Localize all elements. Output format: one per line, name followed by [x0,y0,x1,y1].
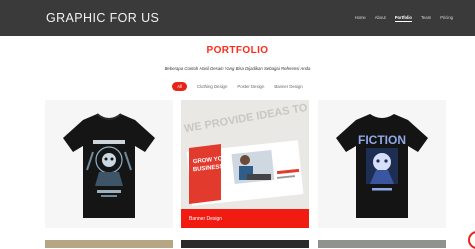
filter-banner-design[interactable]: Banner Design [274,84,302,89]
portfolio-card-row2-2[interactable] [181,240,309,248]
brand-logo[interactable]: GRAPHIC FOR US [46,11,159,25]
portfolio-card-row2-1[interactable] [45,240,173,248]
nav-home[interactable]: Home [355,15,366,22]
portfolio-card-tshirt-fiction[interactable]: FICTION [318,100,446,228]
fiction-tshirt-image: FICTION [336,114,428,218]
floating-chat-button[interactable] [468,231,475,249]
banner-design-caption: Banner Design [181,209,309,228]
filter-all[interactable]: All [172,82,187,91]
nav-pricing[interactable]: Pricing [440,15,453,22]
nav-portfolio[interactable]: Portfolio [394,15,412,22]
tshirt-graphic-image [63,113,155,218]
nav-team[interactable]: Team [421,15,431,22]
portfolio-filters: All Clothing Design Poster Design Banner… [0,82,475,91]
fiction-shirt-text: FICTION [358,133,406,147]
top-navbar: GRAPHIC FOR US Home About Portfolio Team… [0,0,475,36]
portfolio-card-row2-3[interactable] [318,240,446,248]
portfolio-card-tshirt-1[interactable] [45,100,173,228]
nav-menu: Home About Portfolio Team Pricing [355,15,453,22]
portfolio-subtitle: Beberapa Contoh Hasil Desain Yang Bisa D… [164,66,311,71]
filter-poster-design[interactable]: Poster Design [237,84,264,89]
portfolio-card-banner[interactable]: WE PROVIDE IDEAS TO GROW YOUR GROW YOUR … [181,100,309,228]
filter-clothing-design[interactable]: Clothing Design [197,84,227,89]
nav-about[interactable]: About [375,15,386,22]
portfolio-title: PORTFOLIO [206,45,269,56]
